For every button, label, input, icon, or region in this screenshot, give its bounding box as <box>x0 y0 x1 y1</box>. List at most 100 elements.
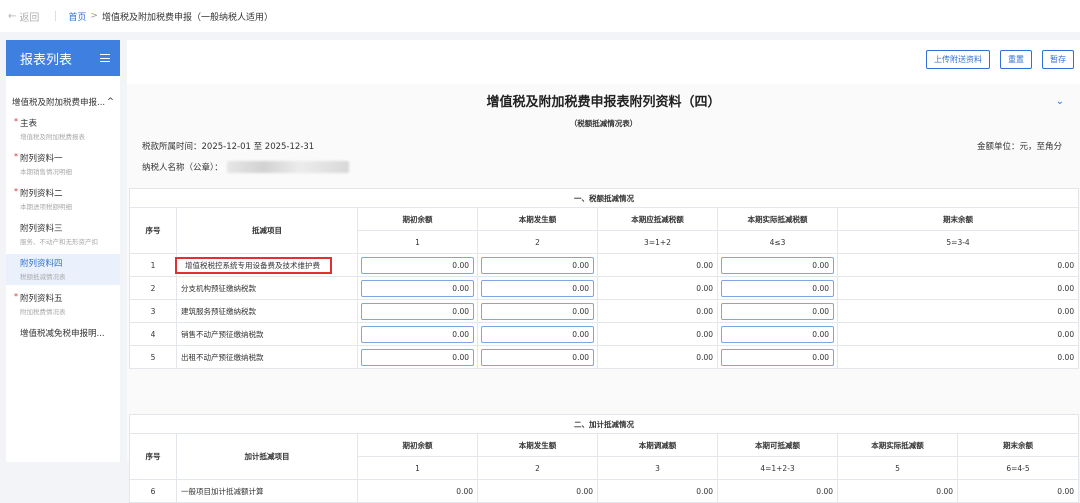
sidebar-title: 报表列表 <box>20 52 73 68</box>
sidebar-item-sub: 增值税及附加税费报表 <box>20 133 85 141</box>
chevron-down-icon[interactable]: ⌄ <box>1056 96 1064 107</box>
col-header: 本期调减额 <box>597 433 718 457</box>
sidebar-item-attachment-5[interactable]: * 附列资料五 附加税费情况表 <box>6 289 120 320</box>
col-num: 1 <box>357 456 478 480</box>
section-title: 一、税额抵减情况 <box>128 188 1080 208</box>
row-item: 一般项目加计抵减额计算 <box>176 479 358 503</box>
table-row: 1 增值税税控系统专用设备费及技术维护费 0.00 0.00 0.00 0.00… <box>129 253 1080 277</box>
col-item: 加计抵减项目 <box>176 433 358 480</box>
sidebar-group-vat[interactable]: 增值税及附加税费申报... ^ <box>6 96 120 108</box>
col-num: 6=4-5 <box>957 456 1079 480</box>
sidebar-item-name: 附列资料五 <box>20 294 63 304</box>
chevron-up-icon: ^ <box>106 97 114 107</box>
cell: 0.00 <box>477 345 598 369</box>
table-row: 4 销售不动产预征缴纳税款 0.00 0.00 0.00 0.00 0.00 <box>129 322 1080 346</box>
deductible-amount: 0.00 <box>597 345 718 369</box>
col-num: 4≤3 <box>717 230 838 254</box>
arrow-left-icon: ← <box>8 10 17 22</box>
save-draft-button[interactable]: 暂存 <box>1042 50 1074 69</box>
main-panel: 上传附送资料 重置 暂存 增值税及附加税费申报表附列资料（四） ⌄ （税额抵减情… <box>127 40 1080 503</box>
top-bar: ← 返回 首页 > 增值税及附加税费申报（一般纳税人适用） <box>0 0 1080 32</box>
row-item: 分支机构预征缴纳税款 <box>176 276 358 300</box>
actual-deduction-input[interactable]: 0.00 <box>721 256 834 274</box>
col-num: 5=3-4 <box>836 230 1080 254</box>
opening-balance-input[interactable]: 0.00 <box>361 348 474 366</box>
col-header: 期末余额 <box>957 433 1079 457</box>
redacted-name <box>226 161 349 173</box>
cell: 0.00 <box>357 253 478 277</box>
sidebar-item-attachment-4[interactable]: 附列资料四 税额抵减情况表 <box>6 254 120 285</box>
sidebar-item-attachment-1[interactable]: * 附列资料一 本期销售情况明细 <box>6 149 120 180</box>
cell: 0.00 <box>717 299 838 323</box>
required-mark: * <box>14 292 18 301</box>
deductible-amount: 0.00 <box>597 299 718 323</box>
actual-deduction-input[interactable]: 0.00 <box>721 279 834 297</box>
form-subtitle: （税额抵减情况表） <box>569 119 638 128</box>
actual-deduction-input[interactable]: 0.00 <box>721 325 834 343</box>
current-amount-input[interactable]: 0.00 <box>481 279 594 297</box>
sidebar-item-sub: 附加税费情况表 <box>20 308 66 316</box>
row-item: 销售不动产预征缴纳税款 <box>176 322 358 346</box>
cell: 0.00 <box>477 322 598 346</box>
row-seq: 3 <box>129 299 177 323</box>
tax-period: 税款所属时间：2025-12-01 至 2025-12-31 <box>142 142 315 152</box>
sidebar-item-main[interactable]: * 主表 增值税及附加税费报表 <box>6 114 120 145</box>
col-header: 期末余额 <box>836 207 1080 231</box>
deductible-amount: 0.00 <box>597 253 718 277</box>
current-amount-input[interactable]: 0.00 <box>481 348 594 366</box>
row-seq: 2 <box>129 276 177 300</box>
sidebar-item-sub: 本期销售情况明细 <box>20 168 72 176</box>
action-bar: 上传附送资料 重置 暂存 <box>926 50 1074 69</box>
cell: 0.00 <box>357 299 478 323</box>
row-seq: 4 <box>129 322 177 346</box>
col-header: 本期发生额 <box>477 433 598 457</box>
row-seq: 6 <box>129 479 177 503</box>
col-header: 本期应抵减税额 <box>597 207 718 231</box>
back-button[interactable]: ← 返回 <box>8 9 39 24</box>
breadcrumb-home[interactable]: 首页 <box>68 10 86 23</box>
deductible-amount: 0.00 <box>597 276 718 300</box>
taxpayer-label: 纳税人名称（公章）： <box>142 163 223 173</box>
col-header: 本期实际抵减税额 <box>717 207 838 231</box>
col-seq: 序号 <box>129 433 177 480</box>
current-amount-input[interactable]: 0.00 <box>481 302 594 320</box>
required-mark: * <box>14 117 18 126</box>
current-amount-input[interactable]: 0.00 <box>481 325 594 343</box>
row-item: 增值税税控系统专用设备费及技术维护费 <box>175 253 358 277</box>
col-num: 1 <box>357 230 478 254</box>
col-num: 3 <box>597 456 718 480</box>
value-cell: 0.00 <box>477 479 598 503</box>
value-cell: 0.00 <box>717 479 838 503</box>
table-row: 3 建筑服务预征缴纳税款 0.00 0.00 0.00 0.00 0.00 <box>129 299 1080 323</box>
reset-button[interactable]: 重置 <box>1000 50 1032 69</box>
sidebar-item-attachment-2[interactable]: * 附列资料二 本期进项税额明细 <box>6 184 120 215</box>
current-amount-input[interactable]: 0.00 <box>481 256 594 274</box>
closing-balance: 0.00 <box>836 276 1080 300</box>
sidebar-item-sub: 税额抵减情况表 <box>20 273 66 281</box>
menu-icon[interactable] <box>100 54 110 62</box>
form-title: 增值税及附加税费申报表附列资料（四） <box>486 95 721 110</box>
upload-attachment-button[interactable]: 上传附送资料 <box>926 50 990 69</box>
actual-deduction-input[interactable]: 0.00 <box>721 302 834 320</box>
value-cell: 0.00 <box>957 479 1079 503</box>
sidebar-item-attachment-3[interactable]: 附列资料三 服务、不动产和无形资产扣 <box>6 219 120 250</box>
opening-balance-input[interactable]: 0.00 <box>361 325 474 343</box>
col-num: 2 <box>477 230 598 254</box>
sidebar-item-exemption[interactable]: 增值税减免税申报明... <box>6 324 120 343</box>
cell: 0.00 <box>357 322 478 346</box>
opening-balance-input[interactable]: 0.00 <box>361 279 474 297</box>
cell: 0.00 <box>477 253 598 277</box>
opening-balance-input[interactable]: 0.00 <box>361 256 474 274</box>
sidebar-item-name: 附列资料三 <box>20 224 63 234</box>
divider <box>55 11 57 21</box>
opening-balance-input[interactable]: 0.00 <box>361 302 474 320</box>
table-row: 6 一般项目加计抵减额计算 0.00 0.00 0.00 0.00 0.00 0… <box>129 479 1079 503</box>
deductible-amount: 0.00 <box>597 322 718 346</box>
closing-balance: 0.00 <box>836 299 1080 323</box>
col-header: 本期实际抵减额 <box>837 433 958 457</box>
col-header: 期初余额 <box>357 433 478 457</box>
actual-deduction-input[interactable]: 0.00 <box>721 348 834 366</box>
required-mark: * <box>14 187 18 196</box>
value-cell: 0.00 <box>357 479 478 503</box>
row-seq: 1 <box>129 253 177 277</box>
